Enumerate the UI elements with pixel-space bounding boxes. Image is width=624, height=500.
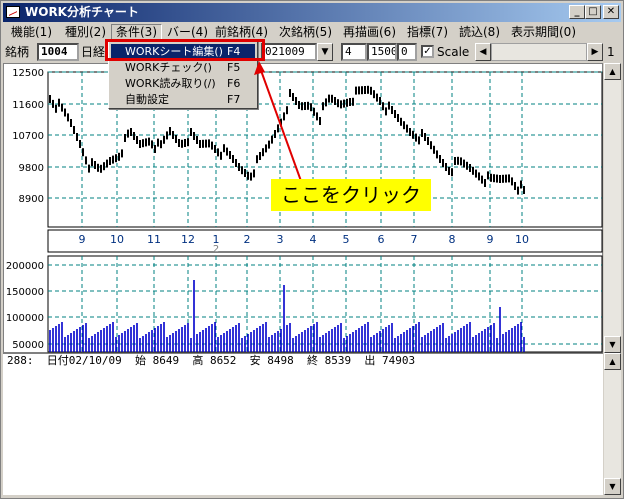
price-tick-label: 12500 (12, 68, 44, 79)
log-scrollbar[interactable]: ▲ ▼ (604, 353, 621, 495)
minimize-button[interactable]: _ (569, 5, 585, 19)
scroll-down-button[interactable]: ▼ (604, 336, 621, 353)
highlight-box (105, 39, 265, 61)
menu-display-period[interactable]: 表示期間(0) (507, 24, 580, 40)
menu-item-label: WORK読み取り(/) (125, 77, 216, 90)
menu-item-label: WORKチェック() (125, 61, 212, 74)
app-icon (6, 6, 20, 18)
menu-item-shortcut: F5 (227, 61, 241, 74)
scale-label: Scale (437, 45, 470, 59)
month-label: 3 (277, 233, 284, 246)
menu-condition[interactable]: 条件(3) (111, 24, 162, 40)
close-button[interactable]: ✕ (603, 5, 619, 19)
menu-item-label: 自動設定 (125, 93, 169, 106)
log-scroll-down-button[interactable]: ▼ (604, 478, 621, 495)
month-label: 11 (147, 233, 161, 246)
price-tick-label: 8900 (19, 194, 44, 205)
menu-item-work-check[interactable]: WORKチェック() F5 (111, 60, 255, 76)
scroll-right-button[interactable]: ▶ (587, 43, 603, 61)
date-dropdown-button[interactable]: ▼ (317, 43, 333, 61)
period-scrollbar[interactable] (491, 43, 587, 61)
title-bar: WORK分析チャート _ □ ✕ (3, 3, 621, 22)
month-label: 4 (310, 233, 317, 246)
page-number: 1 (607, 45, 615, 59)
menu-redraw[interactable]: 再描画(6) (339, 24, 400, 40)
app-window: WORK分析チャート _ □ ✕ 機能(1) 種別(2) 条件(3) バー(4)… (0, 0, 624, 499)
menu-prev-stock[interactable]: 前銘柄(4) (211, 24, 272, 40)
menu-item-shortcut: F7 (227, 93, 241, 106)
menu-indicator[interactable]: 指標(7) (403, 24, 452, 40)
menu-load[interactable]: 読込(8) (455, 24, 504, 40)
stock-code-input[interactable]: 1004 (37, 43, 79, 61)
price-tick-label: 9800 (19, 163, 44, 174)
window-title: WORK分析チャート (25, 5, 139, 19)
maximize-button[interactable]: □ (585, 5, 601, 19)
instruction-callout: ここをクリック (271, 179, 431, 211)
menu-function[interactable]: 機能(1) (7, 24, 56, 40)
log-scroll-up-button[interactable]: ▲ (604, 353, 621, 370)
month-label: 6 (378, 233, 385, 246)
month-label: 12 (181, 233, 195, 246)
menu-next-stock[interactable]: 次銘柄(5) (275, 24, 336, 40)
month-label: 7 (411, 233, 418, 246)
volume-tick-label: 50000 (12, 340, 44, 351)
scale-checkbox[interactable]: ✓ (421, 45, 434, 58)
menu-item-auto-settings[interactable]: 自動設定 F7 (111, 92, 255, 108)
param2-input[interactable]: 1500 (367, 43, 397, 61)
menu-bar: 機能(1) 種別(2) 条件(3) バー(4) 前銘柄(4) 次銘柄(5) 再描… (3, 22, 621, 42)
volume-tick-label: 100000 (6, 313, 44, 324)
month-label: 10 (110, 233, 124, 246)
scroll-left-button[interactable]: ◀ (475, 43, 491, 61)
menu-item-work-read[interactable]: WORK読み取り(/) F6 (111, 76, 255, 92)
toolbar: 銘柄 1004 日経 021009 ▼ 4 1500 0 ✓ Scale ◀ ▶… (3, 42, 621, 62)
period-label: 日経 (81, 45, 106, 59)
status-line: 288: 日付02/10/09 始 8649 高 8652 安 8498 終 8… (7, 354, 416, 367)
month-label: 10 (515, 233, 529, 246)
price-tick-label: 10700 (12, 131, 44, 142)
stock-label: 銘柄 (5, 45, 30, 59)
price-tick-label: 11600 (12, 100, 44, 111)
month-label: 9 (487, 233, 494, 246)
month-label: 9 (79, 233, 86, 246)
scroll-up-button[interactable]: ▲ (604, 63, 621, 80)
menu-item-shortcut: F6 (227, 77, 241, 90)
month-label: 2 (244, 233, 251, 246)
volume-tick-label: 200000 (6, 261, 44, 272)
chart-scrollbar[interactable]: ▲ ▼ (604, 63, 621, 353)
year-marker: 2 (213, 244, 219, 255)
month-label: 5 (343, 233, 350, 246)
month-label: 8 (449, 233, 456, 246)
volume-tick-label: 150000 (6, 287, 44, 298)
menu-bar-settings[interactable]: バー(4) (163, 24, 212, 40)
param3-input[interactable]: 0 (397, 43, 417, 61)
param1-input[interactable]: 4 (341, 43, 367, 61)
log-panel: 288: 日付02/10/09 始 8649 高 8652 安 8498 終 8… (3, 353, 603, 495)
menu-type[interactable]: 種別(2) (61, 24, 110, 40)
date-input[interactable]: 021009 (261, 43, 317, 61)
